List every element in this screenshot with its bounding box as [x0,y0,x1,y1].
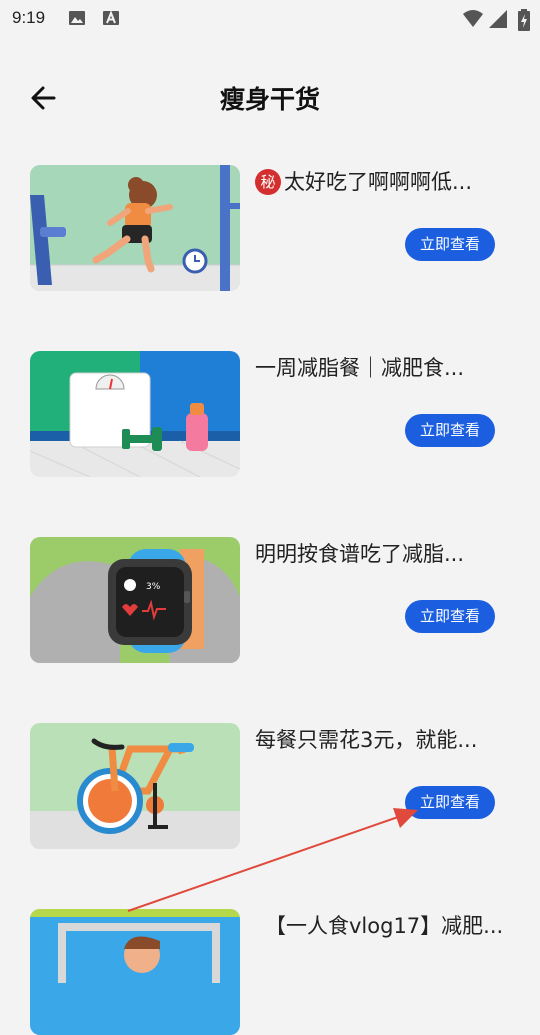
wifi-icon [462,9,484,33]
status-bar: 9:19 [0,0,540,40]
article-title[interactable]: 【一人食vlog17】减肥... [265,910,535,940]
image-icon [68,9,86,31]
battery-icon [518,9,530,35]
view-now-button[interactable]: 立即查看 [405,600,495,633]
article-thumbnail[interactable] [30,351,240,477]
view-now-button[interactable]: 立即查看 [405,786,495,819]
view-now-button[interactable]: 立即查看 [405,228,495,261]
article-thumbnail[interactable] [30,165,240,291]
page-title: 瘦身干货 [219,85,320,114]
text-app-icon [102,9,120,31]
list-item[interactable]: 3% 明明按食谱吃了减脂... 立即查看 [0,512,540,698]
secret-badge: 秘 [255,169,281,195]
article-thumbnail[interactable]: 3% [30,537,240,663]
article-thumbnail[interactable] [30,909,240,1035]
article-title[interactable]: 秘太好吃了啊啊啊低... [255,166,525,196]
article-title[interactable]: 每餐只需花3元，就能... [255,724,525,754]
view-now-button[interactable]: 立即查看 [405,414,495,447]
page-header: 瘦身干货 [0,56,540,140]
status-time: 9:19 [12,8,46,27]
article-title[interactable]: 一周减脂餐｜减肥食... [255,352,525,382]
article-title[interactable]: 明明按食谱吃了减脂... [255,538,525,568]
list-item[interactable]: 秘太好吃了啊啊啊低... 立即查看 [0,140,540,326]
list-item[interactable]: 每餐只需花3元，就能... 立即查看 [0,698,540,884]
svg-text:3%: 3% [146,582,161,592]
list-item[interactable]: 一周减脂餐｜减肥食... 立即查看 [0,326,540,512]
article-thumbnail[interactable] [30,723,240,849]
signal-icon [488,9,508,33]
list-item[interactable]: 【一人食vlog17】减肥... [0,884,540,1035]
